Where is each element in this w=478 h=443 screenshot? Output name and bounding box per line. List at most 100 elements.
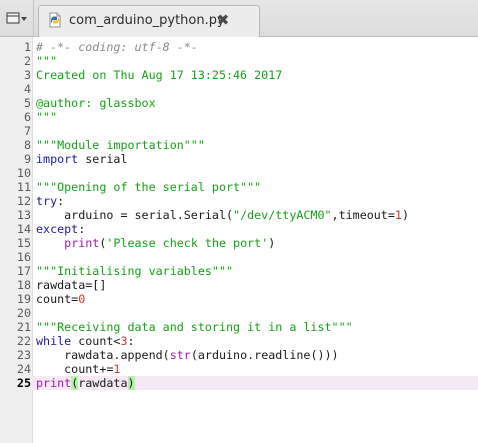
code-line[interactable]: 17 """Initialising variables""" [0,264,478,278]
line-number: 3 [23,68,31,82]
code-line[interactable]: 23 rawdata.append(str(arduino.readline()… [0,348,478,362]
code-text: """Opening of the serial port""" [36,180,261,194]
code-token: """Receiving data and storing it in a li… [36,320,353,334]
code-line[interactable]: 10 [0,166,478,180]
tab-title: com_arduino_python.py [69,13,225,28]
code-line[interactable]: 7 [0,124,478,138]
line-number: 7 [23,124,31,138]
code-token: ) [127,376,135,390]
code-token: while [36,334,72,348]
line-number: 1 [23,40,31,54]
line-number: 9 [23,152,31,166]
code-token: serial [78,152,128,166]
code-token: ) [401,208,409,222]
code-line[interactable]: 25 print(rawdata) [0,376,478,390]
code-text: Created on Thu Aug 17 13:25:46 2017 [36,68,282,82]
code-token: rawdata.append( [36,348,170,362]
code-token: """Initialising variables""" [36,264,234,278]
code-token: @author: glassbox [36,96,156,110]
code-text: rawdata.append(str(arduino.readline())) [36,348,338,362]
close-icon[interactable]: ✖ [215,11,231,29]
code-token: : [127,334,135,348]
code-line[interactable]: 5 @author: glassbox [0,96,478,110]
code-token: 3 [120,334,128,348]
code-line[interactable]: 18 rawdata=[] [0,278,478,292]
line-number: 5 [23,96,31,110]
code-token: 0 [78,292,86,306]
code-token: Created on Thu Aug 17 13:25:46 2017 [36,68,283,82]
tab-com-arduino-python[interactable]: com_arduino_python.py ✖ [38,5,260,37]
code-text: """ [36,54,57,68]
line-number: 8 [23,138,31,152]
code-text: arduino = serial.Serial("/dev/ttyACM0",t… [36,208,409,222]
code-token: """Opening of the serial port""" [36,180,262,194]
line-number: 13 [16,208,31,222]
line-number: 14 [16,222,31,236]
code-line[interactable]: 19 count=0 [0,292,478,306]
code-token: : [78,222,86,236]
code-line[interactable]: 14 except: [0,222,478,236]
code-line[interactable]: 11 """Opening of the serial port""" [0,180,478,194]
code-text: rawdata=[] [36,278,106,292]
code-line[interactable]: 22 while count<3: [0,334,478,348]
code-line[interactable]: 21 """Receiving data and storing it in a … [0,320,478,334]
code-text: """Module importation""" [36,138,205,152]
line-number: 6 [23,110,31,124]
line-number: 16 [16,250,31,264]
code-text: # -*- coding: utf-8 -*- [36,40,198,54]
line-number: 19 [16,292,31,306]
code-token: : [57,194,65,208]
code-token: rawdata=[] [36,278,107,292]
line-number: 21 [16,320,31,334]
code-area[interactable]: 1 # -*- coding: utf-8 -*- 2 """ 3 Created on … [0,40,478,390]
tab-list-button[interactable] [0,0,34,36]
code-line[interactable]: 8 """Module importation""" [0,138,478,152]
code-text: count+=1 [36,362,120,376]
code-line[interactable]: 13 arduino = serial.Serial("/dev/ttyACM0… [0,208,478,222]
code-line[interactable]: 16 [0,250,478,264]
code-token: 'Please check the port' [106,236,269,250]
code-line[interactable]: 24 count+=1 [0,362,478,376]
code-token: count= [36,292,79,306]
code-line[interactable]: 6 """ [0,110,478,124]
line-number: 17 [16,264,31,278]
line-number: 2 [23,54,31,68]
code-token: arduino = serial.Serial( [36,208,234,222]
code-line[interactable]: 4 [0,82,478,96]
code-token: str [169,348,191,362]
code-text: while count<3: [36,334,135,348]
code-line[interactable]: 3 Created on Thu Aug 17 13:25:46 2017 [0,68,478,82]
code-line[interactable]: 2 """ [0,54,478,68]
code-token: try [36,194,58,208]
code-text: """ [36,110,57,124]
code-text: except: [36,222,85,236]
code-line[interactable]: 15 print('Please check the port') [0,236,478,250]
code-line[interactable]: 20 [0,306,478,320]
line-number: 23 [16,348,31,362]
code-token: "/dev/ttyACM0" [233,208,332,222]
code-text: """Receiving data and storing it in a li… [36,320,353,334]
code-token: print [36,376,72,390]
code-token: import [36,152,79,166]
code-line[interactable]: 12 try: [0,194,478,208]
line-number: 15 [16,236,31,250]
line-number: 11 [16,180,31,194]
code-token: 1 [113,362,121,376]
code-token: except [36,222,79,236]
line-number: 20 [16,306,31,320]
code-line[interactable]: 1 # -*- coding: utf-8 -*- [0,40,478,54]
code-token: """ [36,54,58,68]
line-number: 22 [16,334,31,348]
code-text: """Initialising variables""" [36,264,233,278]
code-line[interactable]: 9 import serial [0,152,478,166]
code-token: count+= [36,362,114,376]
code-editor[interactable]: 1 # -*- coding: utf-8 -*- 2 """ 3 Created on … [0,37,478,443]
editor-window: com_arduino_python.py ✖ 1 # -*- coding: u… [0,0,478,443]
code-token: count< [71,334,121,348]
code-token: 1 [394,208,402,222]
code-text: import serial [36,152,128,166]
line-number: 4 [23,82,31,96]
code-token: # -*- coding: utf-8 -*- [36,40,198,54]
line-number: 12 [16,194,31,208]
